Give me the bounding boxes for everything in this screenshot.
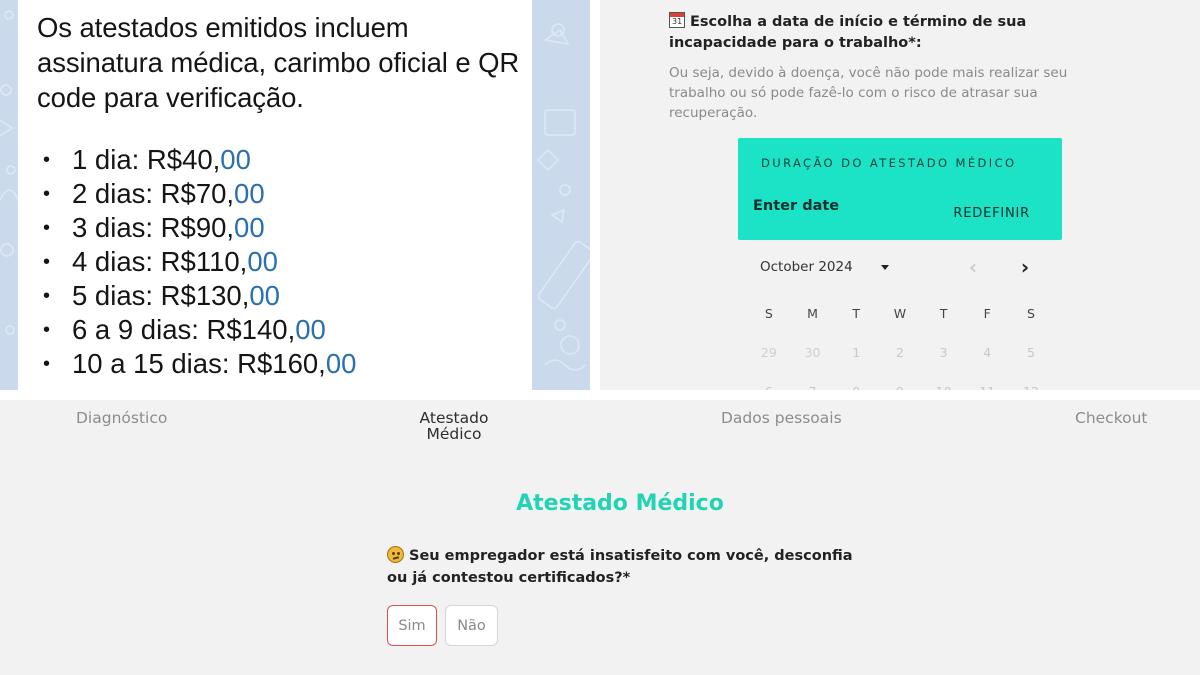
date-question-text: Escolha a data de início e término de su… — [669, 14, 1027, 51]
previous-month-button[interactable]: ‹ — [963, 256, 983, 280]
step-atestado-medico[interactable]: Atestado Médico — [410, 410, 498, 442]
calendar-day[interactable]: 5 — [1009, 345, 1053, 360]
next-month-button[interactable]: › — [1015, 256, 1035, 280]
month-label: October 2024 — [760, 259, 853, 275]
chat-screenshot-panel: Os atestados emitidos incluem assinatura… — [0, 0, 590, 390]
price-list-item: • 6 a 9 dias: R$140, 00 — [37, 313, 532, 347]
price-list-item: • 2 dias: R$70, 00 — [37, 177, 532, 211]
date-hint: Ou seja, devido à doença, você não pode … — [669, 65, 1068, 121]
weekday-label: M — [807, 306, 818, 321]
bullet-icon: • — [43, 285, 51, 307]
employer-question: Seu empregador está insatisfeito com voc… — [387, 545, 857, 589]
bullet-icon: • — [43, 217, 51, 239]
option-nao-button[interactable]: Não — [445, 605, 498, 646]
weekday-label: F — [983, 306, 991, 321]
chat-intro-text: Os atestados emitidos incluem assinatura… — [37, 12, 520, 113]
price-list-item: • 1 dia: R$40, 00 — [37, 143, 532, 177]
bullet-icon: • — [43, 149, 51, 171]
price-list-item: • 4 dias: R$110, 00 — [37, 245, 532, 279]
price-list-item: • 5 dias: R$130, 00 — [37, 279, 532, 313]
bullet-icon: • — [43, 251, 51, 273]
calendar-day[interactable]: 29 — [747, 345, 791, 360]
price-cents: 00 — [220, 144, 251, 175]
reset-button[interactable]: REDEFINIR — [953, 206, 1030, 221]
price-cents: 00 — [247, 246, 278, 277]
weekday-label: W — [893, 306, 907, 321]
price-label: 4 dias: R$110, — [72, 246, 248, 277]
form-title: Atestado Médico — [516, 491, 724, 516]
calendar-icon: 31 — [669, 12, 685, 28]
step-checkout[interactable]: Checkout — [1075, 410, 1148, 426]
price-cents: 00 — [234, 212, 265, 243]
weekday-label: S — [1027, 306, 1035, 321]
calendar-week-row: 29 30 1 2 3 4 5 — [747, 345, 1053, 360]
price-list: • 1 dia: R$40, 00 • 2 dias: R$70, 00 • 3 d… — [37, 143, 532, 381]
section-divider — [0, 390, 1200, 400]
calendar-day[interactable]: 3 — [922, 345, 966, 360]
option-sim-button[interactable]: Sim — [387, 605, 437, 646]
employer-question-text: Seu empregador está insatisfeito com voc… — [387, 548, 853, 586]
calendar-day[interactable]: 1 — [834, 345, 878, 360]
form-panel: Diagnóstico Atestado Médico Dados pessoa… — [0, 400, 1200, 675]
weekday-label: S — [764, 306, 773, 321]
caret-down-icon — [880, 264, 889, 270]
calendar-day[interactable]: 30 — [791, 345, 835, 360]
price-label: 1 dia: R$40, — [72, 144, 221, 175]
price-cents: 00 — [325, 348, 357, 379]
enter-date-input[interactable]: Enter date — [753, 198, 839, 214]
duration-header: DURAÇÃO DO ATESTADO MÉDICO Enter date RE… — [738, 138, 1062, 240]
calendar-day[interactable]: 4 — [965, 345, 1009, 360]
bullet-icon: • — [43, 353, 51, 375]
step-diagnostico[interactable]: Diagnóstico — [76, 410, 167, 426]
date-question: 31 Escolha a data de início e término de … — [669, 12, 1139, 54]
price-label: 2 dias: R$70, — [72, 178, 235, 209]
bullet-icon: • — [43, 183, 51, 205]
price-label: 5 dias: R$130, — [72, 280, 250, 311]
weekday-label: T — [852, 306, 861, 321]
bullet-icon: • — [43, 319, 51, 341]
price-cents: 00 — [249, 280, 280, 311]
step-dados-pessoais[interactable]: Dados pessoais — [721, 410, 842, 426]
price-list-item: • 10 a 15 dias: R$160, 00 — [37, 347, 532, 381]
thinking-face-icon — [387, 546, 404, 563]
price-label: 6 a 9 dias: R$140, — [72, 314, 296, 345]
duration-title: DURAÇÃO DO ATESTADO MÉDICO — [761, 156, 1017, 170]
price-list-item: • 3 dias: R$90, 00 — [37, 211, 532, 245]
chat-message-bubble: Os atestados emitidos incluem assinatura… — [18, 0, 532, 390]
calendar-day[interactable]: 2 — [878, 345, 922, 360]
price-label: 3 dias: R$90, — [72, 212, 235, 243]
weekday-label: T — [939, 306, 948, 321]
date-picker-panel: 31 Escolha a data de início e término de … — [600, 0, 1200, 390]
weekday-header: S M T W T F S — [747, 306, 1053, 321]
price-cents: 00 — [295, 314, 326, 345]
month-year-select[interactable]: October 2024 — [760, 259, 889, 275]
price-label: 10 a 15 dias: R$160, — [72, 348, 326, 379]
price-cents: 00 — [234, 178, 265, 209]
